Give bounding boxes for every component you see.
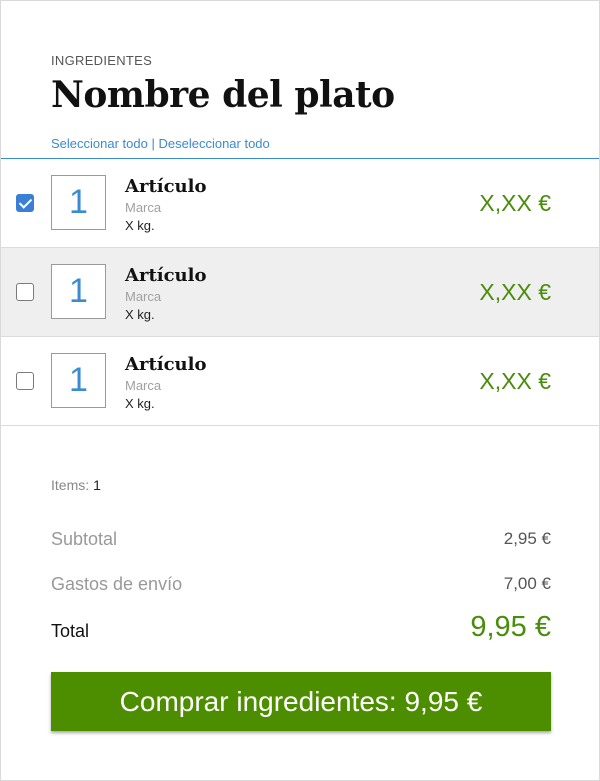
select-all-link[interactable]: Seleccionar todo [51, 136, 148, 151]
item-brand: Marca [125, 200, 162, 215]
ingredient-list: 1 Artículo Marca X kg. X,XX € 1 Artículo… [1, 158, 599, 426]
quantity-box[interactable]: 1 [51, 353, 106, 408]
item-price: X,XX € [479, 279, 551, 305]
item-brand: Marca [125, 289, 162, 304]
item-weight: X kg. [125, 307, 155, 322]
total-row: Total 9,95 € [51, 611, 551, 643]
total-value: 9,95 € [470, 611, 551, 643]
list-item: 1 Artículo Marca X kg. X,XX € [1, 248, 599, 337]
subtotal-label: Subtotal [51, 529, 118, 549]
item-checkbox[interactable] [16, 372, 34, 390]
shipping-label: Gastos de envío [51, 574, 183, 594]
items-label: Items: [51, 477, 90, 493]
items-count: 1 [93, 477, 101, 493]
item-name: Artículo [125, 176, 207, 197]
items-count-line: Items: 1 [51, 477, 551, 493]
selection-links: Seleccionar todo | Deseleccionar todo [51, 136, 270, 151]
quantity-box[interactable]: 1 [51, 175, 106, 230]
item-brand: Marca [125, 378, 162, 393]
item-checkbox[interactable] [16, 283, 34, 301]
item-name: Artículo [125, 265, 207, 286]
item-weight: X kg. [125, 396, 155, 411]
buy-ingredients-button[interactable]: Comprar ingredientes: 9,95 € [51, 672, 551, 731]
item-price: X,XX € [479, 190, 551, 216]
subtotal-value: 2,95 € [503, 529, 551, 548]
section-label: INGREDIENTES [51, 53, 153, 68]
panel-header: INGREDIENTES Nombre del plato [51, 53, 395, 116]
total-label: Total [51, 621, 90, 641]
list-item: 1 Artículo Marca X kg. X,XX € [1, 337, 599, 426]
deselect-all-link[interactable]: Deseleccionar todo [158, 136, 269, 151]
subtotal-row: Subtotal 2,95 € [51, 525, 551, 555]
selection-separator: | [151, 136, 155, 151]
item-name: Artículo [125, 354, 207, 375]
item-checkbox[interactable] [16, 194, 34, 212]
shipping-row: Gastos de envío 7,00 € [51, 570, 551, 600]
quantity-box[interactable]: 1 [51, 264, 106, 319]
item-weight: X kg. [125, 218, 155, 233]
order-summary: Items: 1 Subtotal 2,95 € Gastos de envío … [51, 477, 551, 643]
ingredients-panel: INGREDIENTES Nombre del plato Selecciona… [0, 0, 600, 781]
dish-title: Nombre del plato [51, 74, 395, 116]
shipping-value: 7,00 € [503, 574, 551, 593]
item-price: X,XX € [479, 368, 551, 394]
list-item: 1 Artículo Marca X kg. X,XX € [1, 159, 599, 248]
